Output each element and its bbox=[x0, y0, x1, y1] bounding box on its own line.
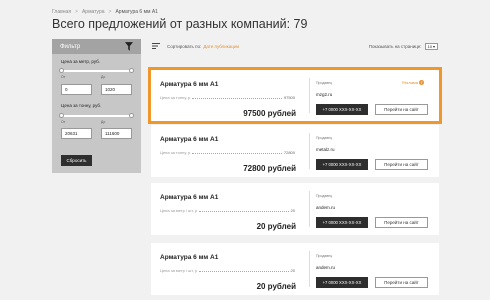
breadcrumb-home[interactable]: Главная bbox=[52, 9, 71, 15]
sort-bar: Сортировать по: Дате публикации Показыва… bbox=[152, 41, 438, 51]
reset-button[interactable]: Сбросить bbox=[61, 155, 92, 166]
ton-from-label: От bbox=[61, 120, 66, 124]
breadcrumb-category[interactable]: Арматура bbox=[82, 9, 105, 15]
meter-from-input[interactable]: 0 bbox=[61, 84, 92, 95]
price-per-meter-label: Цена за метр, руб. bbox=[61, 59, 100, 64]
dotted-leader bbox=[192, 153, 282, 154]
price-per-meter-slider[interactable] bbox=[59, 68, 134, 73]
sort-lines-icon[interactable] bbox=[152, 43, 160, 49]
offer-title[interactable]: Арматура 6 мм А1 bbox=[160, 194, 218, 201]
seller-name[interactable]: mzg2.ru bbox=[316, 92, 332, 97]
card-divider bbox=[309, 251, 310, 287]
offer-price-value: 20 bbox=[290, 208, 295, 213]
breadcrumb: Главная > Арматура > Арматура 6 мм А1 bbox=[52, 9, 158, 15]
price-per-ton-label: Цена за тонну, руб. bbox=[61, 103, 102, 108]
per-page-select[interactable]: 10 ▾ bbox=[424, 42, 438, 50]
promo-label: Реклама bbox=[401, 80, 418, 85]
offer-big-price: 97500 рублей bbox=[243, 109, 296, 118]
offer-price-row: Цена за тонну, р 72800 bbox=[160, 150, 295, 155]
per-page-control: Показывать на странице: 10 ▾ bbox=[368, 42, 438, 50]
offer-price-label: Цена за тонну, р bbox=[160, 150, 191, 155]
price-per-ton-slider[interactable] bbox=[59, 113, 134, 118]
offer-price-label: Цена за тонну, р bbox=[160, 95, 191, 100]
sort-label: Сортировать по: bbox=[167, 43, 202, 49]
dotted-leader bbox=[199, 271, 289, 272]
phone-button[interactable]: +7 0000 XXX-XX-XX bbox=[316, 104, 368, 115]
breadcrumb-separator: > bbox=[75, 9, 78, 15]
offer-price-row: Цена за метр / шт, р 20 bbox=[160, 208, 295, 213]
promo-badge[interactable]: Реклама ? bbox=[402, 80, 424, 85]
offer-price-value: 20 bbox=[290, 268, 295, 273]
slider-min-handle[interactable] bbox=[59, 68, 64, 73]
visit-site-button[interactable]: Перейти на сайт bbox=[375, 159, 428, 170]
visit-site-button[interactable]: Перейти на сайт bbox=[375, 217, 428, 228]
offer-card: Арматура 6 мм А1 Цена за тонну, р 97500 … bbox=[148, 67, 442, 124]
breadcrumb-separator: > bbox=[108, 9, 112, 15]
meter-from-label: От bbox=[61, 75, 66, 79]
phone-button[interactable]: +7 0000 XXX-XX-XX bbox=[316, 159, 368, 170]
slider-max-handle[interactable] bbox=[129, 68, 134, 73]
offer-price-label: Цена за метр / шт, р bbox=[160, 268, 198, 273]
phone-button[interactable]: +7 0000 XXX-XX-XX bbox=[316, 217, 368, 228]
offer-big-price: 20 рублей bbox=[256, 222, 296, 231]
sort-value-link[interactable]: Дате публикации bbox=[203, 44, 239, 49]
breadcrumb-current: Арматура 6 мм А1 bbox=[115, 9, 158, 15]
question-icon[interactable]: ? bbox=[419, 80, 424, 85]
ton-to-input[interactable]: 111600 bbox=[101, 128, 132, 139]
card-divider bbox=[309, 78, 310, 113]
seller-label: Продавец bbox=[316, 254, 333, 258]
ton-to-label: До bbox=[101, 120, 106, 124]
offer-big-price: 20 рублей bbox=[256, 282, 296, 291]
offer-price-value: 97500 bbox=[283, 95, 295, 100]
card-divider bbox=[309, 133, 310, 169]
offer-title[interactable]: Арматура 6 мм А1 bbox=[160, 254, 218, 261]
seller-label: Продавец bbox=[316, 194, 333, 198]
slider-max-handle[interactable] bbox=[129, 113, 134, 118]
offer-price-value: 72800 bbox=[283, 150, 295, 155]
offer-big-price: 72800 рублей bbox=[243, 164, 296, 173]
offer-card: Арматура 6 мм А1 Цена за метр / шт, р 20… bbox=[151, 183, 439, 235]
offer-card: Арматура 6 мм А1 Цена за тонну, р 72800 … bbox=[151, 125, 439, 177]
seller-label: Продавец bbox=[316, 81, 333, 85]
offer-card: Арматура 6 мм А1 Цена за метр / шт, р 20… bbox=[151, 243, 439, 295]
dotted-leader bbox=[199, 211, 289, 212]
per-page-value: 10 bbox=[427, 43, 432, 49]
card-divider bbox=[309, 191, 310, 227]
offer-price-row: Цена за тонну, р 97500 bbox=[160, 95, 295, 100]
visit-site-button[interactable]: Перейти на сайт bbox=[375, 277, 428, 288]
ton-from-input[interactable]: 20631 bbox=[61, 128, 92, 139]
offer-title[interactable]: Арматура 6 мм А1 bbox=[160, 81, 218, 88]
filter-panel: Фильтр Цена за метр, руб. От До 0 1020 Ц… bbox=[52, 39, 141, 173]
seller-name[interactable]: andem.ru bbox=[316, 205, 335, 210]
seller-name[interactable]: metalz.ru bbox=[316, 147, 335, 152]
slider-min-handle[interactable] bbox=[59, 113, 64, 118]
seller-label: Продавец bbox=[316, 136, 333, 140]
per-page-label: Показывать на странице: bbox=[368, 43, 422, 49]
filter-header: Фильтр bbox=[52, 39, 141, 54]
offer-price-label: Цена за метр / шт, р bbox=[160, 208, 198, 213]
offer-title[interactable]: Арматура 6 мм А1 bbox=[160, 136, 218, 143]
dotted-leader bbox=[192, 98, 282, 99]
offer-price-row: Цена за метр / шт, р 20 bbox=[160, 268, 295, 273]
phone-button[interactable]: +7 0000 XXX-XX-XX bbox=[316, 277, 368, 288]
filter-title: Фильтр bbox=[60, 43, 81, 50]
meter-to-label: До bbox=[101, 75, 106, 79]
page-title: Всего предложений от разных компаний: 79 bbox=[52, 17, 308, 31]
seller-name[interactable]: andem.ru bbox=[316, 265, 335, 270]
visit-site-button[interactable]: Перейти на сайт bbox=[375, 104, 428, 115]
chevron-down-icon: ▾ bbox=[432, 43, 435, 49]
funnel-icon[interactable] bbox=[125, 42, 133, 51]
meter-to-input[interactable]: 1020 bbox=[101, 84, 132, 95]
